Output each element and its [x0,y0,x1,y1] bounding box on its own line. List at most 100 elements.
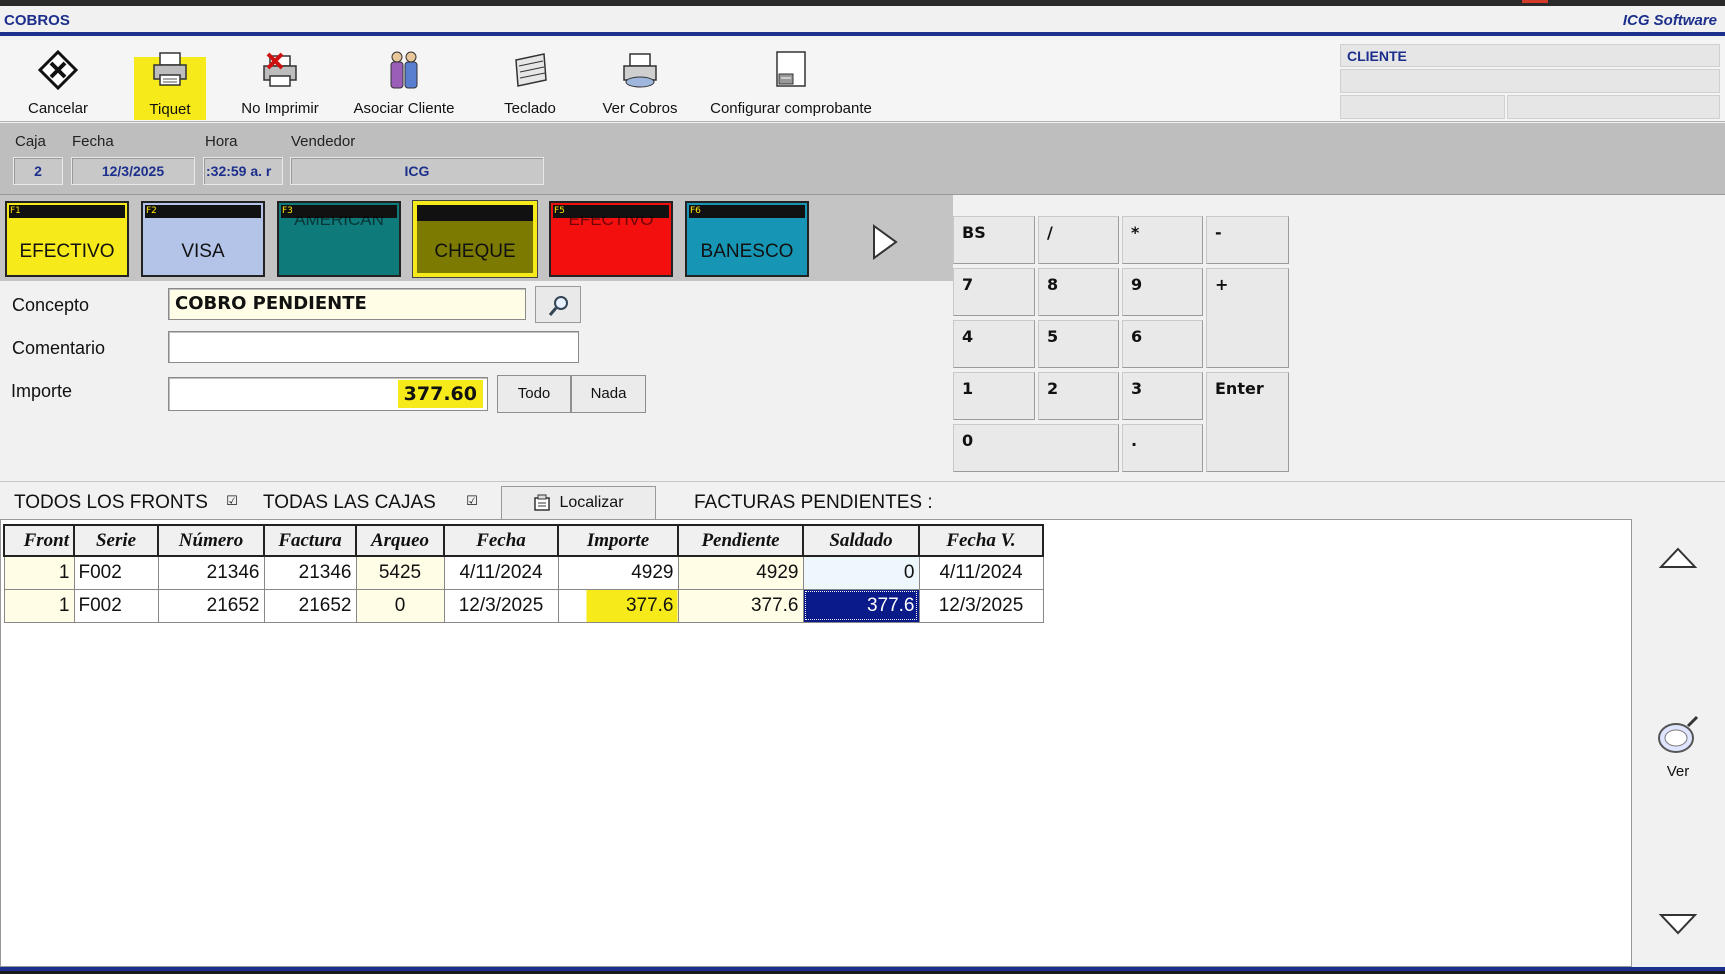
teclado-button[interactable]: Teclado [492,40,568,120]
key-9[interactable]: 9 [1122,268,1203,316]
scroll-up-icon[interactable] [1658,545,1698,573]
payment-american-button[interactable]: F3 AMERICAN [277,201,401,277]
col-factura[interactable]: Factura [263,524,357,557]
facturas-pendientes-label: FACTURAS PENDIENTES : [694,492,933,513]
col-front[interactable]: Front [3,524,75,557]
key-minus[interactable]: - [1206,216,1289,264]
cliente-code-field[interactable] [1340,95,1505,119]
payment-efectivo-button[interactable]: F1 EFECTIVO [5,201,129,277]
concepto-input[interactable]: COBRO PENDIENTE [168,288,526,320]
concepto-label: Concepto [12,295,90,315]
key-6[interactable]: 6 [1122,320,1203,368]
cell-fecha[interactable]: 12/3/2025 [443,588,559,623]
nada-button[interactable]: Nada [571,375,646,413]
cell-factura[interactable]: 21652 [263,588,357,623]
cell-numero[interactable]: 21346 [157,555,265,590]
tiquet-button[interactable]: Tiquet [134,52,206,120]
cliente-extra-field[interactable] [1507,95,1720,119]
payment-banesco-button[interactable]: F6 BANESCO [685,201,809,277]
ver-label: Ver [1666,763,1690,780]
payment-label: VISA [181,241,225,262]
key-divide[interactable]: / [1038,216,1119,264]
cell-front[interactable]: 1 [3,588,75,623]
col-pendiente[interactable]: Pendiente [677,524,804,557]
cell-arqueo[interactable]: 0 [355,588,445,623]
cell-factura[interactable]: 21346 [263,555,357,590]
asociar-cliente-button[interactable]: Asociar Cliente [346,40,462,120]
cell-numero[interactable]: 21652 [157,588,265,623]
payment-ghost-label: AMERICAN [294,216,384,228]
cell-importe[interactable]: 4929 [557,555,679,590]
comentario-input[interactable] [168,331,579,363]
cell-fecha[interactable]: 4/11/2024 [443,555,559,590]
cell-fecha-v[interactable]: 4/11/2024 [918,555,1044,590]
cliente-name-field[interactable] [1340,69,1720,93]
view-magnifier-icon[interactable] [1656,714,1700,758]
facturas-table: Front Serie Número Factura Arqueo Fecha … [3,524,1044,623]
key-8[interactable]: 8 [1038,268,1119,316]
cell-serie[interactable]: F002 [73,555,159,590]
cell-front[interactable]: 1 [3,555,75,590]
configurar-label: Configurar comprobante [710,100,872,117]
locate-icon [534,494,551,511]
cell-serie[interactable]: F002 [73,588,159,623]
ver-cobros-button[interactable]: Ver Cobros [594,40,686,120]
key-1[interactable]: 1 [953,372,1035,420]
no-imprimir-button[interactable]: No Imprimir [232,40,328,120]
cell-arqueo[interactable]: 5425 [355,555,445,590]
payment-form: Concepto COBRO PENDIENTE Comentario Impo… [0,281,953,481]
localizar-button[interactable]: Localizar [501,486,656,520]
cell-saldado[interactable]: 0 [802,555,920,590]
col-numero[interactable]: Número [157,524,265,557]
key-4[interactable]: 4 [953,320,1035,368]
key-plus[interactable]: + [1206,268,1289,368]
key-2[interactable]: 2 [1038,372,1119,420]
col-fecha-v[interactable]: Fecha V. [918,524,1044,557]
todo-button[interactable]: Todo [497,375,571,413]
importe-input[interactable]: 377.60 [168,377,488,411]
key-enter[interactable]: Enter [1206,372,1289,472]
col-arqueo[interactable]: Arqueo [355,524,445,557]
key-multiply[interactable]: * [1122,216,1203,264]
teclado-label: Teclado [504,100,556,117]
col-importe[interactable]: Importe [557,524,679,557]
todas-cajas-checkbox[interactable]: ☑ [465,495,479,509]
importe-value: 377.60 [397,380,483,408]
payment-cheque-button[interactable]: CHEQUE [412,200,538,278]
key-3[interactable]: 3 [1122,372,1203,420]
cell-fecha-v[interactable]: 12/3/2025 [918,588,1044,623]
table-row[interactable]: 1 F002 21652 21652 0 12/3/2025 377.6 377… [3,588,1044,623]
col-serie[interactable]: Serie [73,524,159,557]
cell-pendiente[interactable]: 377.6 [677,588,804,623]
payment-ghost-label [7,216,127,228]
keyboard-icon [515,53,547,87]
vendedor-value: ICG [290,157,544,185]
cancelar-button[interactable]: Cancelar [14,40,102,120]
fecha-value: 12/3/2025 [71,157,195,185]
no-print-icon [263,52,297,87]
top-edge-marker [1522,0,1548,3]
key-5[interactable]: 5 [1038,320,1119,368]
key-7[interactable]: 7 [953,268,1035,316]
key-backspace[interactable]: BS [953,216,1035,264]
key-0[interactable]: 0 [953,424,1119,472]
col-fecha[interactable]: Fecha [443,524,559,557]
key-decimal[interactable]: . [1122,424,1203,472]
cell-pendiente[interactable]: 4929 [677,555,804,590]
asociar-cliente-label: Asociar Cliente [353,100,455,117]
magnifier-icon [548,296,568,316]
cell-importe[interactable]: 377.6 [557,588,679,623]
col-saldado[interactable]: Saldado [802,524,920,557]
table-row[interactable]: 1 F002 21346 21346 5425 4/11/2024 4929 4… [3,555,1044,590]
cancel-icon [38,50,78,90]
payment-efectivo-alt-button[interactable]: F5 EFECTIVO [549,201,673,277]
configurar-comprobante-button[interactable]: Configurar comprobante [702,40,880,120]
cancelar-label: Cancelar [27,100,89,117]
payment-visa-button[interactable]: F2 VISA [141,201,265,277]
todos-fronts-checkbox[interactable]: ☑ [225,495,239,509]
chevron-right-icon[interactable] [870,222,900,262]
scroll-down-icon[interactable] [1658,909,1698,937]
cell-saldado-selected[interactable]: 377.6 [802,588,920,623]
cliente-label: CLIENTE [1340,44,1720,67]
concepto-search-button[interactable] [535,286,581,323]
